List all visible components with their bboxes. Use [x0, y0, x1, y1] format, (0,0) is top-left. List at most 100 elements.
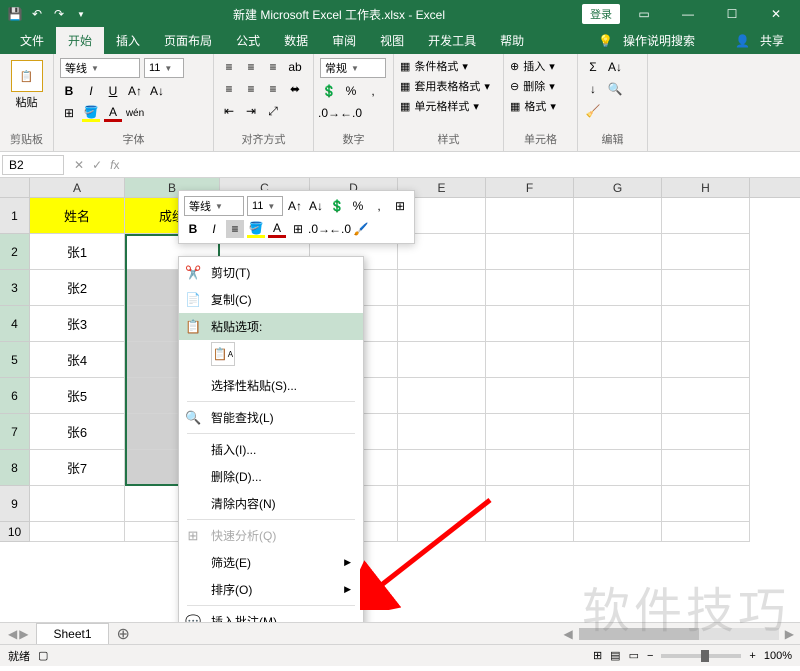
border-button[interactable]: ⊞: [60, 104, 78, 122]
macro-record-icon[interactable]: ▢: [38, 649, 48, 662]
cell[interactable]: 姓名: [30, 198, 125, 234]
cell[interactable]: [398, 306, 486, 342]
qat-more-icon[interactable]: ▼: [74, 7, 88, 21]
cond-format-button[interactable]: ▦ 条件格式 ▾: [400, 58, 497, 74]
menu-cut[interactable]: ✂️剪切(T): [179, 259, 363, 286]
tab-developer[interactable]: 开发工具: [416, 27, 488, 54]
hscroll-right-icon[interactable]: ▶: [779, 627, 800, 641]
menu-insert[interactable]: 插入(I)...: [179, 436, 363, 463]
tell-me[interactable]: 操作说明搜索: [623, 32, 695, 49]
col-header-g[interactable]: G: [574, 178, 662, 197]
menu-paste-special[interactable]: 选择性粘贴(S)...: [179, 372, 363, 399]
delete-cells-button[interactable]: ⊖ 删除 ▾: [510, 78, 571, 94]
mini-format-painter-icon[interactable]: 🖌️: [352, 220, 370, 238]
zoom-in-icon[interactable]: +: [749, 650, 755, 662]
row-header[interactable]: 4: [0, 306, 30, 342]
cell[interactable]: [574, 234, 662, 270]
row-header[interactable]: 2: [0, 234, 30, 270]
tell-me-icon[interactable]: 💡: [598, 34, 613, 48]
cell[interactable]: [662, 414, 750, 450]
align-left-icon[interactable]: ≡: [220, 80, 238, 98]
mini-increase-font-icon[interactable]: A↑: [286, 197, 304, 215]
add-sheet-icon[interactable]: ⊕: [109, 624, 138, 644]
cell[interactable]: [574, 270, 662, 306]
cell[interactable]: [662, 450, 750, 486]
view-page-break-icon[interactable]: ▭: [629, 649, 639, 662]
font-size-combo[interactable]: 11▼: [144, 58, 184, 78]
tab-layout[interactable]: 页面布局: [152, 27, 224, 54]
select-all-corner[interactable]: [0, 178, 30, 197]
hscroll-left-icon[interactable]: ◀: [558, 627, 579, 641]
cell-styles-button[interactable]: ▦ 单元格样式 ▾: [400, 98, 497, 114]
find-icon[interactable]: 🔍: [606, 80, 624, 98]
cell[interactable]: [486, 270, 574, 306]
undo-icon[interactable]: ↶: [30, 7, 44, 21]
tab-home[interactable]: 开始: [56, 27, 104, 54]
cell[interactable]: [486, 234, 574, 270]
cell[interactable]: [574, 414, 662, 450]
col-header-h[interactable]: H: [662, 178, 750, 197]
mini-decrease-decimal-icon[interactable]: ←.0: [331, 220, 349, 238]
cell[interactable]: [574, 306, 662, 342]
cell[interactable]: [574, 450, 662, 486]
autosum-icon[interactable]: Σ: [584, 58, 602, 76]
enter-icon[interactable]: ✓: [92, 158, 102, 172]
cell[interactable]: 张7: [30, 450, 125, 486]
fill-icon[interactable]: ↓: [584, 80, 602, 98]
currency-icon[interactable]: 💲: [320, 82, 338, 100]
decrease-decimal-icon[interactable]: ←.0: [342, 104, 360, 122]
format-cells-button[interactable]: ▦ 格式 ▾: [510, 98, 571, 114]
italic-button[interactable]: I: [82, 82, 100, 100]
cell[interactable]: [486, 198, 574, 234]
cell[interactable]: [662, 234, 750, 270]
login-button[interactable]: 登录: [582, 4, 620, 24]
menu-clear[interactable]: 清除内容(N): [179, 490, 363, 517]
zoom-out-icon[interactable]: −: [647, 650, 653, 662]
mini-font-combo[interactable]: 等线▼: [184, 196, 244, 216]
sheet-prev-icon[interactable]: ◀: [8, 627, 17, 641]
mini-size-combo[interactable]: 11▼: [247, 196, 283, 216]
number-format-combo[interactable]: 常规▼: [320, 58, 386, 78]
align-right-icon[interactable]: ≡: [264, 80, 282, 98]
merge-icon[interactable]: ⬌: [286, 80, 304, 98]
col-header-a[interactable]: A: [30, 178, 125, 197]
cell[interactable]: [662, 378, 750, 414]
insert-cells-button[interactable]: ⊕ 插入 ▾: [510, 58, 571, 74]
menu-smart-lookup[interactable]: 🔍智能查找(L): [179, 404, 363, 431]
cell[interactable]: [398, 342, 486, 378]
mini-border-icon[interactable]: ⊞: [289, 220, 307, 238]
cell[interactable]: [662, 306, 750, 342]
cell[interactable]: [486, 522, 574, 542]
decrease-font-icon[interactable]: A↓: [148, 82, 166, 100]
row-header[interactable]: 6: [0, 378, 30, 414]
fx-icon[interactable]: fx: [110, 158, 119, 172]
tab-formulas[interactable]: 公式: [224, 27, 272, 54]
mini-decrease-font-icon[interactable]: A↓: [307, 197, 325, 215]
tab-view[interactable]: 视图: [368, 27, 416, 54]
wrap-text-icon[interactable]: ab: [286, 58, 304, 76]
align-top-icon[interactable]: ≡: [220, 58, 238, 76]
tab-review[interactable]: 审阅: [320, 27, 368, 54]
mini-increase-decimal-icon[interactable]: .0→: [310, 220, 328, 238]
tab-help[interactable]: 帮助: [488, 27, 536, 54]
cell[interactable]: [662, 270, 750, 306]
ribbon-options-icon[interactable]: ▭: [624, 0, 664, 28]
cell[interactable]: [486, 450, 574, 486]
share-button[interactable]: 共享: [760, 32, 784, 49]
menu-sort[interactable]: 排序(O)▶: [179, 576, 363, 603]
col-header-f[interactable]: F: [486, 178, 574, 197]
mini-bold-button[interactable]: B: [184, 220, 202, 238]
cell[interactable]: 张3: [30, 306, 125, 342]
view-page-layout-icon[interactable]: ▤: [610, 649, 620, 662]
row-header[interactable]: 9: [0, 486, 30, 522]
underline-button[interactable]: U: [104, 82, 122, 100]
mini-percent-icon[interactable]: %: [349, 197, 367, 215]
row-header[interactable]: 10: [0, 522, 30, 542]
cell[interactable]: [486, 486, 574, 522]
phonetic-button[interactable]: wén: [126, 104, 144, 122]
tab-data[interactable]: 数据: [272, 27, 320, 54]
maximize-icon[interactable]: ☐: [712, 0, 752, 28]
font-color-button[interactable]: A: [104, 104, 122, 122]
share-icon[interactable]: 👤: [735, 34, 750, 48]
indent-inc-icon[interactable]: ⇥: [242, 102, 260, 120]
